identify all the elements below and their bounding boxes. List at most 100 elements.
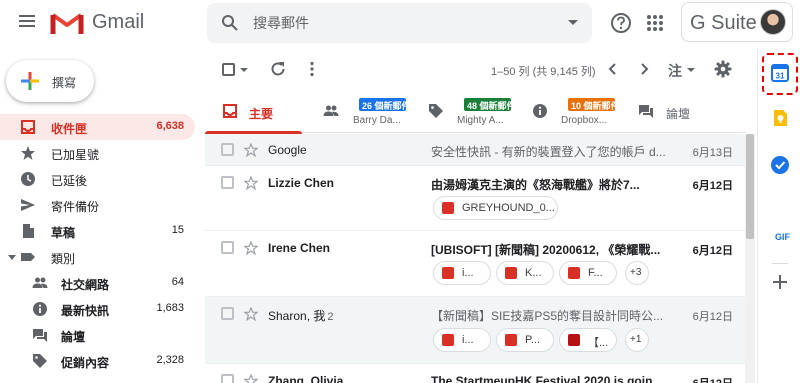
more-attachments-count: +1 — [630, 334, 642, 345]
inbox-icon — [21, 120, 35, 134]
tab-social[interactable]: 26 個新郵件 Barry Da... — [315, 90, 420, 133]
sidebar-item-snoozed[interactable]: 已延後 — [0, 166, 195, 192]
email-sender: Irene Chen — [268, 241, 331, 255]
keep-bulb-icon[interactable] — [770, 108, 790, 128]
search-icon[interactable] — [221, 14, 239, 32]
sidebar-item-drafts[interactable]: 草稿 15 — [0, 218, 195, 244]
calendar-icon[interactable]: 31 — [770, 63, 790, 83]
main-menu-button[interactable] — [16, 12, 38, 34]
gmail-wordmark[interactable]: Gmail — [92, 11, 144, 34]
people-icon — [323, 105, 339, 116]
plus-icon — [21, 72, 39, 90]
info-icon — [533, 104, 547, 118]
tab-senders: Mighty A... — [457, 115, 504, 126]
attachment-chip[interactable]: i... — [433, 328, 491, 352]
select-all-checkbox[interactable] — [222, 63, 235, 76]
star-outline-icon[interactable] — [244, 241, 258, 255]
search-bar[interactable] — [207, 3, 592, 43]
email-list-scrollbar[interactable] — [745, 134, 755, 383]
forum-icon — [639, 105, 653, 118]
apps-grid-icon[interactable] — [644, 12, 666, 34]
sidebar-item-label: 論壇 — [61, 330, 86, 344]
sidebar-nav: 收件匣 6,638 已加星號 已延後 寄件備份 草稿 15 類別 社交網路 64… — [0, 114, 195, 374]
more-vert-icon[interactable] — [303, 60, 321, 78]
tab-primary[interactable]: 主要 — [205, 90, 302, 134]
gif-addon-icon[interactable]: GIF — [775, 232, 790, 242]
avatar[interactable] — [760, 9, 786, 35]
category-tabs: 主要 26 個新郵件 Barry Da... 48 個新郵件 Mighty A.… — [205, 90, 745, 134]
sidebar-item-sent[interactable]: 寄件備份 — [0, 192, 195, 218]
pagination-range: 1–50 列 (共 9,145 列) — [491, 66, 596, 78]
email-row[interactable]: Lizzie Chen 由湯姆漢克主演的《怒海戰艦》將於7... 6月12日 G… — [205, 166, 745, 231]
sidebar-item-categories[interactable]: 類別 — [0, 244, 195, 270]
sidebar-item-promotions[interactable]: 促銷內容 2,328 — [0, 348, 195, 374]
attachment-chip[interactable]: i... — [433, 261, 491, 285]
row-checkbox[interactable] — [221, 241, 234, 254]
more-attachments-chip[interactable]: +3 — [625, 261, 649, 285]
gear-icon[interactable] — [714, 60, 732, 78]
star-outline-icon[interactable] — [244, 374, 258, 383]
sidebar-item-starred[interactable]: 已加星號 — [0, 140, 195, 166]
more-attachments-chip[interactable]: +1 — [625, 328, 649, 352]
email-row[interactable]: Irene Chen [UBISOFT] [新聞稿] 20200612, 《榮耀… — [205, 231, 745, 297]
inbox-icon — [223, 104, 237, 118]
pdf-file-icon — [568, 334, 580, 346]
refresh-icon[interactable] — [269, 60, 287, 78]
tab-promotions[interactable]: 48 個新郵件 Mighty A... — [420, 90, 525, 133]
expand-caret-icon[interactable] — [8, 255, 16, 260]
select-options-chevron-down-icon[interactable] — [240, 68, 248, 72]
attachment-chip[interactable]: GREYHOUND_0... — [433, 196, 558, 220]
star-outline-icon[interactable] — [244, 176, 258, 190]
image-file-icon — [442, 202, 454, 214]
tab-label: 主要 — [249, 107, 274, 121]
tasks-check-icon[interactable] — [770, 155, 790, 175]
image-file-icon — [505, 267, 517, 279]
star-outline-icon[interactable] — [244, 143, 258, 157]
sidebar-item-forums[interactable]: 論壇 — [0, 322, 195, 348]
search-input[interactable] — [253, 11, 553, 35]
email-sender: Lizzie Chen — [268, 176, 335, 190]
email-date: 6月12日 — [693, 375, 733, 383]
chevron-right-icon[interactable] — [636, 61, 652, 77]
row-checkbox[interactable] — [221, 143, 234, 156]
tab-forums[interactable]: 論壇 — [630, 90, 730, 133]
sidebar-item-inbox[interactable]: 收件匣 6,638 — [0, 114, 195, 140]
side-panel: 31 GIF — [757, 48, 800, 383]
attachment-chip[interactable]: P... — [496, 328, 554, 352]
row-checkbox[interactable] — [221, 176, 234, 189]
row-checkbox[interactable] — [221, 307, 234, 320]
forum-icon — [33, 329, 47, 342]
plus-addon-icon[interactable] — [770, 272, 790, 292]
attachment-name: 【... — [588, 337, 609, 349]
sidebar-item-label: 草稿 — [51, 226, 76, 240]
gmail-logo-icon[interactable] — [50, 9, 84, 37]
row-checkbox[interactable] — [221, 374, 234, 383]
compose-button[interactable]: 撰寫 — [6, 60, 94, 102]
email-date: 6月13日 — [692, 147, 733, 159]
email-sender: Google — [268, 143, 307, 157]
tab-senders: Dropbox... — [561, 115, 608, 126]
account-switcher[interactable]: G Suite — [681, 2, 793, 42]
chevron-left-icon[interactable] — [605, 61, 621, 77]
input-tools-chevron-down-icon[interactable] — [687, 68, 695, 72]
email-subject: 【新聞稿】SIE技嘉PS5的奪目設計同時公... — [431, 309, 664, 323]
attachment-chip[interactable]: 【... — [559, 328, 617, 352]
search-options-chevron-down-icon[interactable] — [568, 20, 578, 25]
email-row[interactable]: Zhang, Olivia The StartmeupHK Festival 2… — [205, 364, 745, 383]
help-icon[interactable] — [610, 12, 632, 34]
sidebar-item-social[interactable]: 社交網路 64 — [0, 270, 195, 296]
draft-file-icon — [23, 224, 34, 238]
sidebar-item-count: 6,638 — [156, 120, 184, 132]
sidebar-item-count: 2,328 — [156, 354, 184, 366]
email-row[interactable]: Google 安全性快訊 - 有新的裝置登入了您的帳戶 d... 6月13日 — [205, 134, 745, 166]
attachment-chip[interactable]: K... — [496, 261, 554, 285]
scrollbar-thumb[interactable] — [746, 134, 754, 239]
sidebar-item-updates[interactable]: 最新快訊 1,683 — [0, 296, 195, 322]
input-tools-button[interactable]: 注 — [668, 61, 682, 81]
sidebar-item-label: 收件匣 — [51, 122, 88, 136]
info-icon — [33, 302, 47, 316]
email-row[interactable]: Sharon, 我2 【新聞稿】SIE技嘉PS5的奪目設計同時公... 6月12… — [205, 297, 745, 364]
star-outline-icon[interactable] — [244, 307, 258, 321]
attachment-chip[interactable]: F... — [559, 261, 617, 285]
tab-updates[interactable]: 10 個新郵件 Dropbox... — [525, 90, 630, 133]
